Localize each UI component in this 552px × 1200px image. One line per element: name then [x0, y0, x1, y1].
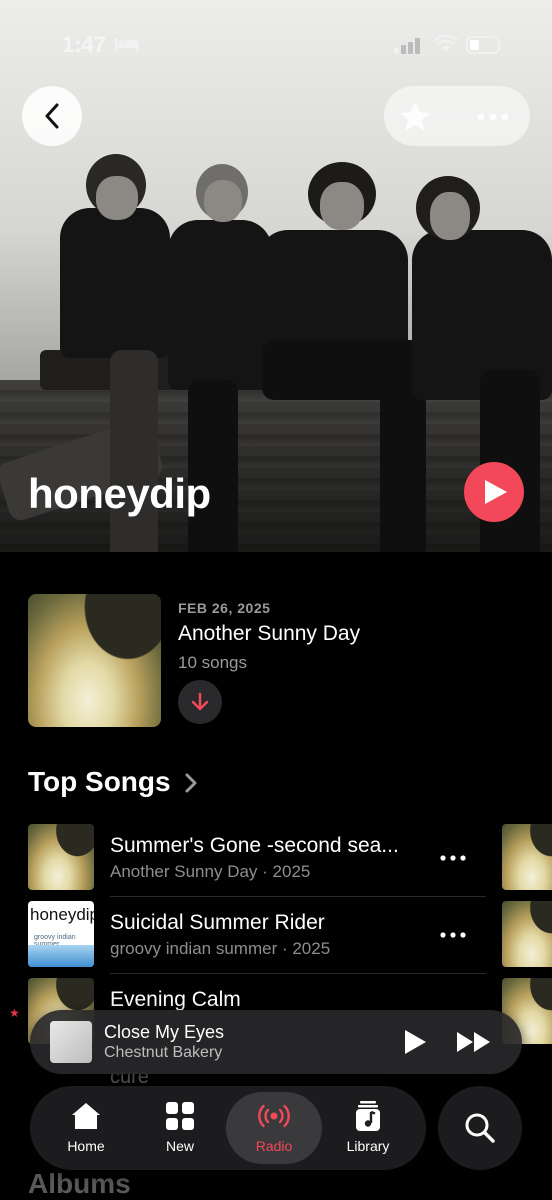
- status-bar: 1:47: [0, 0, 552, 80]
- tab-new[interactable]: New: [132, 1092, 228, 1164]
- chevron-left-icon: [45, 103, 59, 129]
- song-title: Evening Calm: [110, 988, 241, 1011]
- now-playing-artwork: [50, 1021, 92, 1063]
- wifi-icon: [434, 35, 458, 52]
- artist-name: honeydip: [28, 470, 211, 517]
- tab-radio[interactable]: Radio: [226, 1092, 322, 1164]
- arrow-down-icon: [191, 692, 209, 711]
- play-button[interactable]: [402, 1028, 428, 1056]
- radio-waves-icon: [258, 1104, 290, 1128]
- ellipsis-icon[interactable]: [440, 925, 466, 945]
- favorite-star-icon: ★: [9, 1006, 20, 1020]
- song-row[interactable]: Summer's Gone -second sea... Another Sun…: [28, 824, 488, 900]
- skip-forward-button[interactable]: [456, 1030, 492, 1054]
- song-title: Suicidal Summer Rider: [110, 911, 325, 934]
- albums-heading: Albums: [28, 1168, 131, 1199]
- grid-icon: [166, 1102, 194, 1130]
- tab-library[interactable]: Library: [320, 1092, 416, 1164]
- house-icon: [72, 1103, 100, 1129]
- song-artwork: [28, 824, 94, 890]
- more-options-button[interactable]: [476, 112, 510, 122]
- mini-player[interactable]: Close My Eyes Chestnut Bakery: [30, 1010, 522, 1074]
- clock: 1:47: [62, 32, 107, 57]
- release-date: FEB 26, 2025: [178, 600, 271, 616]
- back-button[interactable]: [22, 86, 82, 146]
- song-artwork[interactable]: [502, 824, 552, 890]
- battery-icon: [466, 36, 500, 54]
- artist-hero-image: honeydip: [0, 0, 552, 552]
- artist-actions-pill: [384, 86, 530, 146]
- top-songs-heading[interactable]: Top Songs: [28, 766, 171, 798]
- latest-release-artwork[interactable]: [28, 594, 161, 727]
- sleep-focus-icon: [115, 38, 139, 51]
- release-title[interactable]: Another Sunny Day: [178, 622, 360, 646]
- song-artwork[interactable]: [502, 901, 552, 967]
- play-artist-button[interactable]: [464, 462, 524, 522]
- song-row[interactable]: honeydip groovy indian summer Suicidal S…: [28, 901, 488, 977]
- song-title: Summer's Gone -second sea...: [110, 834, 399, 857]
- music-note-icon: [356, 1101, 380, 1131]
- song-subtitle: Another Sunny Day · 2025: [110, 862, 311, 881]
- download-button[interactable]: [178, 680, 222, 724]
- favorite-star-button[interactable]: [398, 100, 432, 132]
- play-icon: [485, 480, 507, 504]
- search-icon: [465, 1113, 495, 1143]
- now-playing-artist: Chestnut Bakery: [104, 1044, 223, 1061]
- tab-home[interactable]: Home: [38, 1092, 134, 1164]
- now-playing-title: Close My Eyes: [104, 1022, 225, 1042]
- latest-release[interactable]: FEB 26, 2025 Another Sunny Day 10 songs: [28, 594, 528, 728]
- ellipsis-icon[interactable]: [440, 848, 466, 868]
- chevron-right-icon[interactable]: [184, 772, 198, 794]
- search-button[interactable]: [438, 1086, 522, 1170]
- tab-bar: Home New Radio Library: [30, 1086, 426, 1170]
- cellular-signal-icon: [394, 38, 420, 54]
- release-track-count: 10 songs: [178, 653, 247, 672]
- song-artwork: honeydip groovy indian summer: [28, 901, 94, 967]
- song-subtitle: groovy indian summer · 2025: [110, 939, 331, 958]
